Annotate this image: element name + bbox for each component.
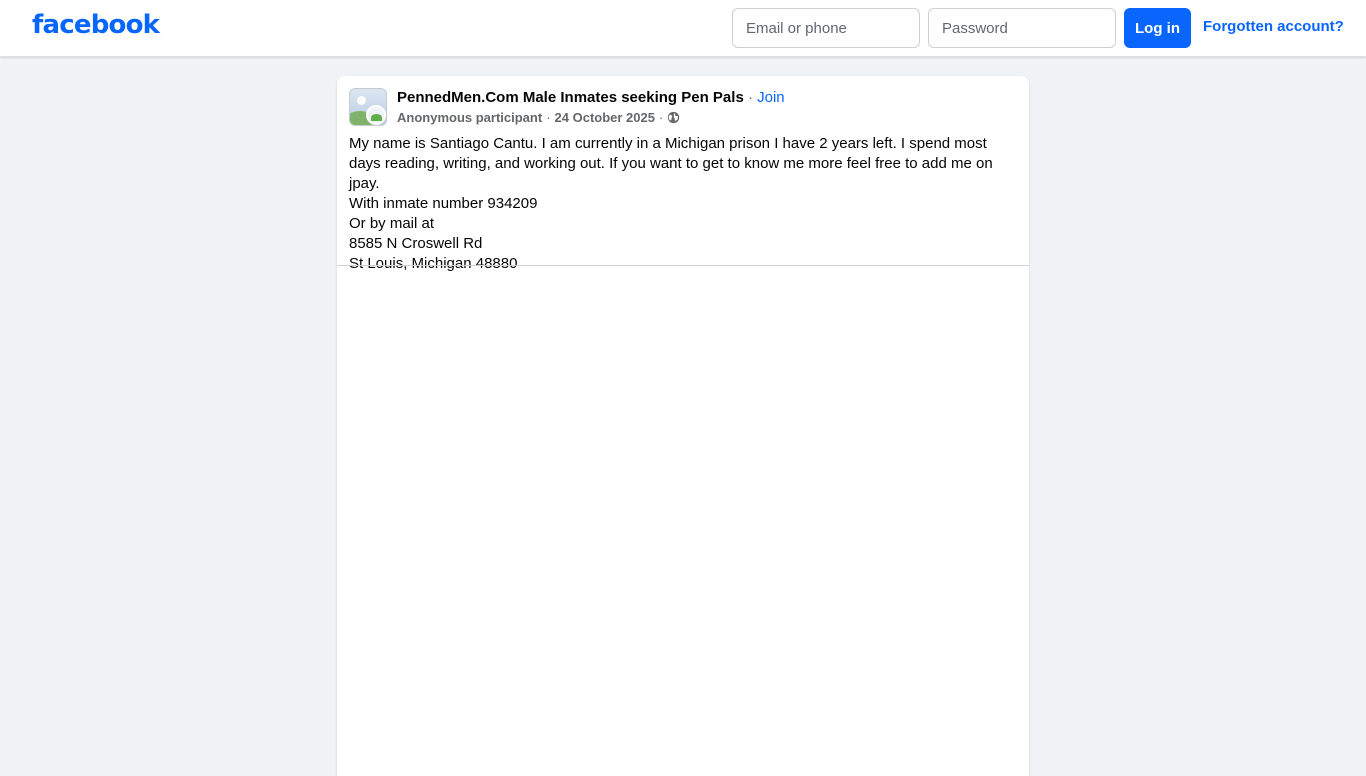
post-text-line: My name is Santiago Cantu. I am currentl… [349, 135, 993, 192]
group-avatar[interactable] [349, 88, 387, 126]
top-navigation-bar: facebook Log in Forgotten account? [0, 0, 1366, 57]
post-text-line: St Louis, Michigan 48880 [349, 255, 518, 272]
email-or-phone-input[interactable] [732, 8, 920, 48]
post-header-title: PennedMen.Com Male Inmates seeking Pen P… [397, 89, 785, 106]
separator-dot: · [658, 110, 664, 125]
forgotten-account-link[interactable]: Forgotten account? [1203, 18, 1344, 35]
password-input[interactable] [928, 8, 1116, 48]
post-body: My name is Santiago Cantu. I am currentl… [349, 134, 1019, 274]
separator-dot: · [546, 110, 551, 125]
post-card: PennedMen.Com Male Inmates seeking Pen P… [337, 76, 1029, 776]
post-meta: Anonymous participant · 24 October 2025 … [397, 110, 680, 125]
post-divider [337, 265, 1029, 266]
log-in-button[interactable]: Log in [1124, 8, 1191, 48]
post-date-link[interactable]: 24 October 2025 [555, 110, 655, 125]
separator-dot: · [743, 89, 758, 106]
facebook-logo[interactable]: facebook [32, 10, 160, 40]
avatar-image-placeholder-icon [357, 96, 366, 105]
group-name-link[interactable]: PennedMen.Com Male Inmates seeking Pen P… [397, 89, 744, 106]
post-text-line: Or by mail at [349, 215, 435, 232]
post-text-line: 8585 N Croswell Rd [349, 235, 483, 252]
join-group-link[interactable]: Join [757, 89, 785, 106]
post-text-line: With inmate number 934209 [349, 195, 538, 212]
globe-icon [668, 111, 680, 124]
participant-avatar-icon [366, 105, 386, 125]
post-author: Anonymous participant [397, 110, 543, 125]
